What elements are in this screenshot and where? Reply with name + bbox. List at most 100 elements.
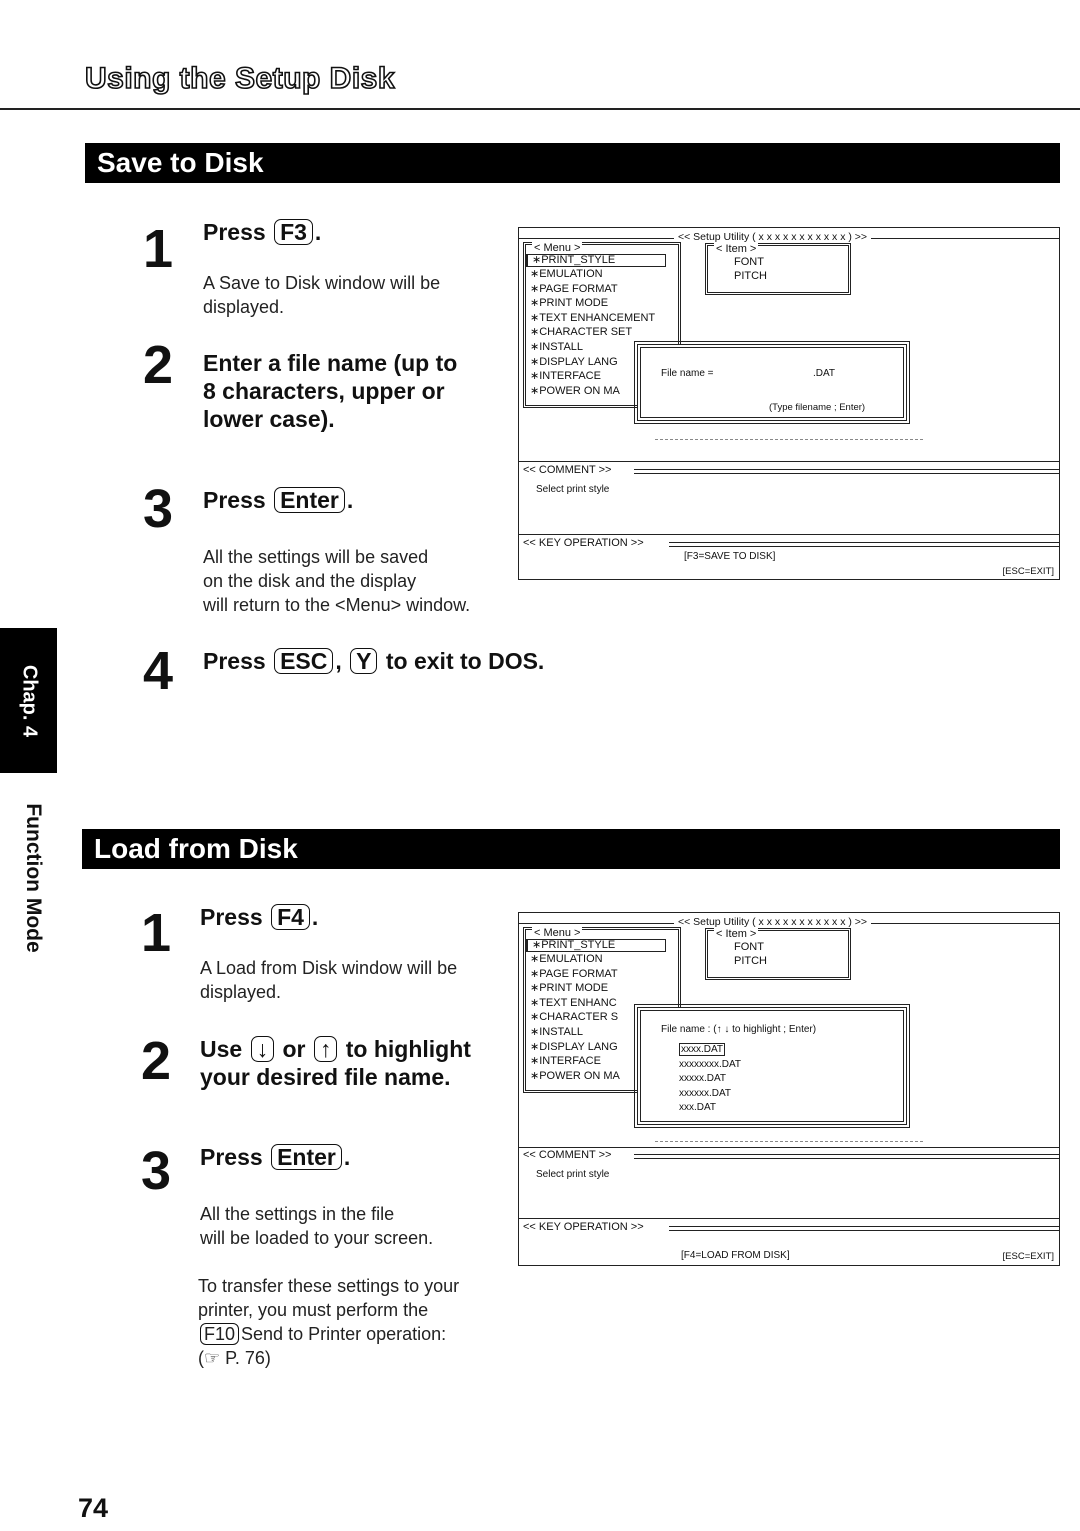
- step-number: 4: [143, 641, 174, 701]
- menu-item[interactable]: ∗TEXT ENHANCEMENT: [530, 311, 666, 326]
- chapter-title: Function Mode: [22, 803, 45, 953]
- key-enter: Enter: [274, 487, 345, 513]
- key-f10: F10: [200, 1323, 240, 1345]
- key-up-arrow: ↑: [313, 1036, 338, 1062]
- page-heading: Using the Setup Disk: [84, 61, 396, 96]
- keyop-label: << KEY OPERATION >>: [523, 1221, 644, 1233]
- section-title-load: Load from Disk: [82, 829, 1060, 869]
- menu-item-selected[interactable]: ∗PRINT_STYLE: [526, 939, 666, 952]
- esc-exit[interactable]: [ESC=EXIT]: [1003, 1251, 1054, 1262]
- step-text: .: [343, 1144, 351, 1170]
- screen-title-bar: << Setup Utility ( x x x x x x x x x x x…: [519, 916, 1059, 928]
- item-value[interactable]: PITCH: [734, 954, 767, 968]
- step-text: Press: [200, 1144, 263, 1170]
- menu-item[interactable]: ∗EMULATION: [530, 267, 666, 282]
- setup-utility-screen-load: << Setup Utility ( x x x x x x x x x x x…: [518, 912, 1060, 1266]
- menu-item[interactable]: ∗PRINT MODE: [530, 981, 666, 996]
- step-text: .: [346, 487, 354, 513]
- chapter-tab: Chap. 4: [0, 628, 57, 773]
- text-line: will return to the <Menu> window.: [203, 595, 471, 615]
- text-line: lower case).: [203, 406, 335, 432]
- menu-item[interactable]: ∗PAGE FORMAT: [530, 282, 666, 297]
- filename-extension[interactable]: .DAT: [813, 368, 835, 379]
- step-text: Press: [203, 648, 266, 674]
- key-f3: F3: [274, 219, 313, 245]
- file-item[interactable]: xxxxx.DAT: [679, 1072, 741, 1087]
- divider: [519, 461, 1059, 462]
- page-reference[interactable]: (☞ P. 76): [198, 1346, 459, 1370]
- step-number: 3: [143, 479, 174, 539]
- heading-rule: [0, 108, 1080, 110]
- menu-item[interactable]: ∗PAGE FORMAT: [530, 967, 666, 982]
- section-title-save: Save to Disk: [85, 143, 1060, 183]
- step-number: 2: [143, 335, 174, 395]
- text-line: displayed.: [203, 297, 285, 317]
- item-window-title: < Item >: [714, 928, 759, 940]
- step-title: Press F3.: [203, 218, 321, 246]
- keyop-load[interactable]: [F4=LOAD FROM DISK]: [681, 1250, 790, 1261]
- screen-title: << Setup Utility ( x x x x x x x x x x x…: [674, 916, 872, 928]
- step-text: ,: [335, 648, 342, 674]
- text-line: printer, you must perform the: [198, 1300, 429, 1320]
- menu-window-title: < Menu >: [532, 242, 583, 254]
- menu-item-selected[interactable]: ∗PRINT_STYLE: [526, 254, 666, 267]
- step-text: Press: [203, 219, 266, 245]
- step-title: Press F4.: [200, 903, 318, 931]
- text-line: on the disk and the display: [203, 571, 417, 591]
- file-item-selected[interactable]: xxxx.DAT: [679, 1043, 726, 1056]
- comment-section-label: << COMMENT >>: [519, 464, 1059, 476]
- step-title: Press Enter.: [203, 486, 353, 514]
- file-item[interactable]: xxxxxxxx.DAT: [679, 1058, 741, 1073]
- text-line: A Load from Disk window will be: [200, 958, 458, 978]
- text-line: A Save to Disk window will be: [203, 273, 441, 293]
- filename-prompt: File name : (↑ ↓ to highlight ; Enter): [661, 1024, 817, 1035]
- divider: [519, 1147, 1059, 1148]
- step-text: Press: [200, 904, 263, 930]
- text-line: Enter a file name (up to: [203, 350, 458, 376]
- step-text: to exit to DOS.: [385, 648, 545, 674]
- menu-window-title: < Menu >: [532, 927, 583, 939]
- step-title: Use ↓ or ↑ to highlight your desired fil…: [200, 1035, 471, 1091]
- text-line: All the settings in the file: [200, 1204, 395, 1224]
- step-text: .: [314, 219, 322, 245]
- divider: [519, 534, 1059, 535]
- file-item[interactable]: xxx.DAT: [679, 1101, 741, 1116]
- step-description: All the settings in the file will be loa…: [200, 1202, 433, 1250]
- menu-item[interactable]: ∗PRINT MODE: [530, 296, 666, 311]
- menu-item[interactable]: ∗EMULATION: [530, 952, 666, 967]
- keyop-label: << KEY OPERATION >>: [523, 537, 644, 549]
- page-number: 74: [78, 1493, 109, 1523]
- comment-text: Select print style: [536, 1169, 610, 1180]
- step-text: to highlight: [345, 1036, 471, 1062]
- keyop-save[interactable]: [F3=SAVE TO DISK]: [684, 551, 775, 562]
- item-window: < Item > FONT PITCH: [705, 243, 851, 295]
- item-value[interactable]: PITCH: [734, 269, 767, 283]
- chapter-tab-label: Chap. 4: [18, 664, 40, 737]
- item-value[interactable]: FONT: [734, 255, 767, 269]
- key-f4: F4: [271, 904, 310, 930]
- step-number: 2: [141, 1031, 172, 1091]
- step-description: A Save to Disk window will be displayed.: [203, 271, 440, 319]
- comment-label: << COMMENT >>: [523, 464, 612, 476]
- divider: [519, 1218, 1059, 1219]
- step-description: A Load from Disk window will be displaye…: [200, 956, 457, 1004]
- comment-text: Select print style: [536, 484, 610, 495]
- menu-item[interactable]: ∗CHARACTER SET: [530, 325, 666, 340]
- save-dialog: File name = .DAT (Type filename ; Enter): [634, 341, 910, 424]
- text-line: will be loaded to your screen.: [200, 1228, 434, 1248]
- esc-exit[interactable]: [ESC=EXIT]: [1003, 566, 1054, 577]
- step-text: or: [282, 1036, 306, 1062]
- setup-utility-screen-save: << Setup Utility ( x x x x x x x x x x x…: [518, 227, 1060, 580]
- text-line: your desired file name.: [200, 1064, 451, 1090]
- item-list: FONT PITCH: [734, 940, 767, 968]
- divider: [655, 439, 923, 440]
- step-number: 1: [143, 219, 174, 279]
- item-value[interactable]: FONT: [734, 940, 767, 954]
- key-esc: ESC: [274, 648, 334, 674]
- keyop-section-label: << KEY OPERATION >>: [519, 537, 1059, 549]
- dialog-hint: (Type filename ; Enter): [769, 402, 866, 413]
- file-item[interactable]: xxxxxx.DAT: [679, 1087, 741, 1102]
- step-text: .: [311, 904, 319, 930]
- item-window-title: < Item >: [714, 243, 759, 255]
- text-line: To transfer these settings to your: [198, 1276, 460, 1296]
